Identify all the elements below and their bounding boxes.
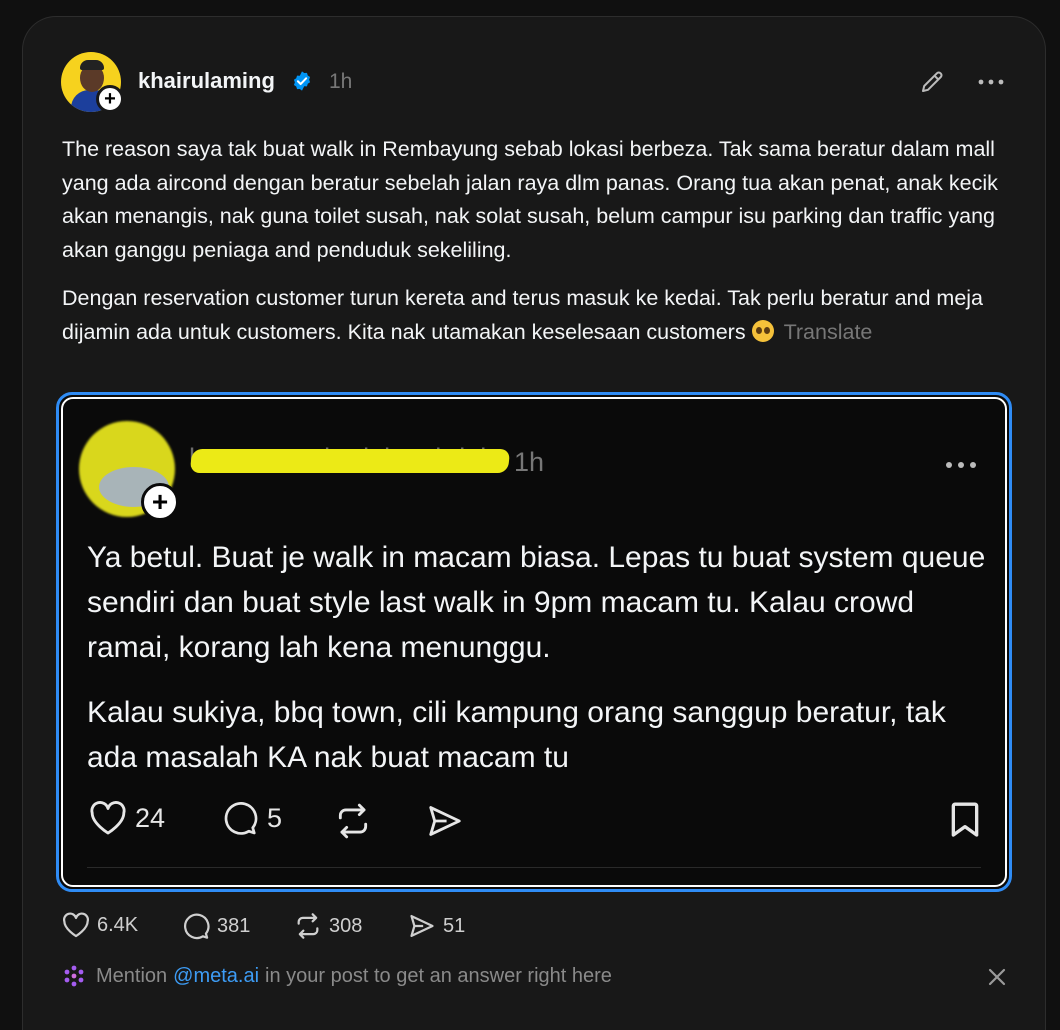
- close-icon[interactable]: [986, 966, 1008, 988]
- quoted-bookmark-icon: [951, 802, 979, 837]
- like-button[interactable]: 6.4K: [62, 912, 138, 938]
- repost-count: 308: [329, 914, 363, 937]
- meta-ai-mention-link[interactable]: @meta.ai: [173, 965, 259, 988]
- heart-icon: [63, 912, 89, 938]
- quoted-more-icon: [946, 462, 976, 468]
- like-count: 6.4K: [97, 913, 139, 936]
- more-icon[interactable]: [976, 72, 1006, 92]
- quoted-paragraph-2: Kalau sukiya, bbq town, cili kampung ora…: [87, 696, 946, 774]
- comment-icon: [184, 913, 210, 940]
- reply-count: 381: [217, 914, 251, 937]
- quoted-like-count: 24: [135, 802, 166, 833]
- meta-prompt-suffix: in your post to get an answer right here: [265, 964, 612, 987]
- meta-prompt-prefix: Mention: [96, 964, 168, 987]
- username-redaction: [189, 449, 511, 473]
- edit-icon[interactable]: [918, 68, 946, 96]
- quoted-body: Ya betul. Buat je walk in macam biasa. L…: [87, 535, 987, 780]
- post-paragraph-1: The reason saya tak buat walk in Rembayu…: [62, 137, 998, 262]
- post-paragraph-2: Dengan reservation customer turun kereta…: [62, 282, 1012, 349]
- quoted-share-icon: [429, 806, 461, 836]
- post-body: The reason saya tak buat walk in Rembayu…: [62, 133, 1012, 349]
- quoted-comment-icon: [224, 802, 258, 835]
- translate-link[interactable]: Translate: [784, 320, 873, 344]
- quoted-follow-plus-icon: +: [141, 483, 179, 521]
- quoted-post-image[interactable]: + h________lordalogabriel 1h Ya betul. B…: [56, 392, 1012, 892]
- quoted-reply-count: 5: [267, 802, 283, 833]
- verified-badge-icon: [293, 71, 311, 91]
- share-icon: [410, 914, 434, 938]
- share-button[interactable]: 51: [408, 912, 465, 940]
- quoted-action-bar: 24 5: [85, 800, 983, 844]
- quoted-like: 24: [89, 800, 165, 836]
- quoted-reply: 5: [221, 800, 282, 836]
- quoted-divider: [87, 867, 981, 868]
- quoted-repost-icon: [338, 803, 368, 839]
- quoted-paragraph-1: Ya betul. Buat je walk in macam biasa. L…: [87, 541, 986, 664]
- meta-ai-icon: [64, 965, 84, 987]
- follow-plus-icon[interactable]: +: [96, 85, 124, 113]
- meta-ai-prompt: Mention @meta.ai in your post to get an …: [62, 964, 612, 988]
- quoted-time: 1h: [514, 447, 545, 477]
- reply-button[interactable]: 381: [182, 912, 250, 940]
- share-count: 51: [443, 914, 466, 937]
- pleading-face-emoji-icon: [751, 319, 774, 342]
- repost-button[interactable]: 308: [294, 912, 362, 940]
- repost-icon: [297, 913, 319, 939]
- author-username[interactable]: khairulaming: [138, 68, 275, 94]
- post-time: 1h: [329, 70, 353, 93]
- quoted-heart-icon: [90, 801, 126, 835]
